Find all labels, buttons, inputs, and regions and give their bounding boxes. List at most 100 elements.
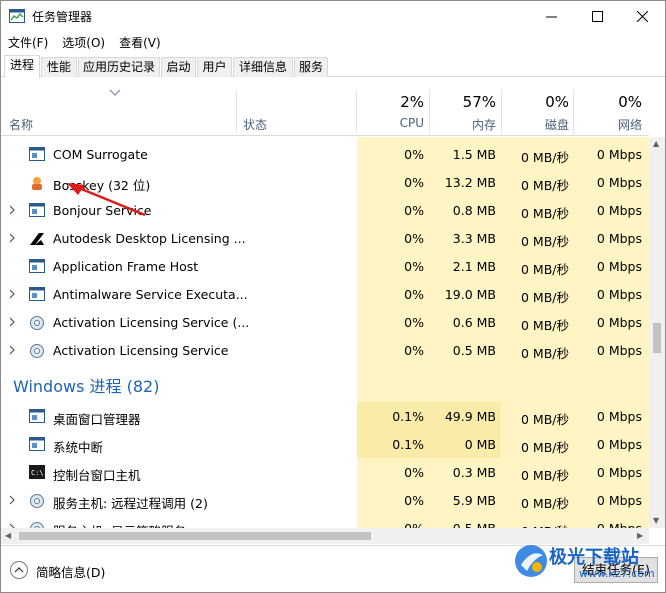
network-value: 0 Mbps	[574, 521, 642, 528]
expand-chevron-icon[interactable]	[9, 317, 15, 327]
cpu-value: 0.1%	[392, 409, 424, 424]
header-disk-percent[interactable]: 0%	[502, 93, 569, 111]
process-row[interactable]: C:\ 控制台窗口主机 0% 0.3 MB 0 MB/秒 0 Mbps	[1, 458, 649, 486]
watermark-text: 极光下载站	[549, 547, 639, 568]
group-title: Windows 进程 (82)	[13, 377, 160, 396]
menu-file[interactable]: 文件(F)	[1, 32, 55, 52]
network-value: 0 Mbps	[596, 175, 642, 190]
disk-value: 0 MB/秒	[521, 150, 569, 165]
memory-value: 0.3 MB	[452, 465, 496, 480]
process-row[interactable]: Activation Licensing Service (... 0% 0.6 M…	[1, 308, 649, 336]
memory-value: 1.5 MB	[452, 147, 496, 162]
menu-view[interactable]: 查看(V)	[112, 32, 168, 52]
column-divider[interactable]	[356, 90, 357, 134]
menu-bar: 文件(F) 选项(O) 查看(V)	[1, 32, 168, 52]
maximize-icon	[591, 10, 603, 22]
scroll-down-icon[interactable]: ▼	[653, 516, 659, 525]
brief-info-toggle[interactable]	[10, 561, 28, 579]
disk-value: 0 MB/秒	[521, 496, 569, 511]
header-network-label[interactable]: 网络	[574, 116, 642, 133]
watermark-url: www.xz7.com	[579, 567, 655, 580]
network-value: 0 Mbps	[596, 465, 642, 480]
watermark-logo: 极光下载站 www.xz7.com	[511, 539, 661, 589]
close-icon	[636, 10, 648, 22]
expand-chevron-icon[interactable]	[9, 233, 15, 243]
cpu-value: 0%	[404, 231, 424, 246]
process-row[interactable]: Application Frame Host 0% 2.1 MB 0 MB/秒 0 Mb…	[1, 252, 649, 280]
header-status[interactable]: 状态	[243, 116, 267, 133]
cpu-value: 0%	[404, 493, 424, 508]
close-button[interactable]	[619, 1, 665, 31]
network-value: 0 Mbps	[596, 287, 642, 302]
gear-icon	[29, 521, 45, 528]
tab-app-history[interactable]: 应用历史记录	[78, 57, 160, 77]
maximize-button[interactable]	[574, 1, 620, 31]
cpu-value: 0%	[404, 287, 424, 302]
tab-services[interactable]: 服务	[294, 57, 328, 77]
process-name: Antimalware Service Executa...	[53, 287, 248, 302]
process-row[interactable]: 服务主机: 显示策略服务 0% 0.5 MB 0 MB/秒 0 Mbps	[1, 514, 649, 528]
menu-options[interactable]: 选项(O)	[55, 32, 112, 52]
process-name: Activation Licensing Service (...	[53, 315, 250, 330]
memory-value: 0.6 MB	[452, 315, 496, 330]
column-divider[interactable]	[236, 90, 237, 134]
header-memory-percent[interactable]: 57%	[430, 93, 496, 111]
disk-value: 0 MB/秒	[521, 206, 569, 221]
header-network-percent[interactable]: 0%	[574, 93, 642, 111]
disk-value: 0 MB/秒	[521, 290, 569, 305]
window-icon	[29, 203, 45, 217]
vertical-scroll-thumb[interactable]	[653, 323, 661, 353]
cpu-value: 0%	[404, 315, 424, 330]
process-row[interactable]: 桌面窗口管理器 0.1% 49.9 MB 0 MB/秒 0 Mbps	[1, 402, 649, 430]
expand-chevron-icon[interactable]	[9, 289, 15, 299]
disk-value: 0 MB/秒	[521, 262, 569, 277]
scroll-left-icon[interactable]: ◀	[5, 531, 11, 540]
process-name: Autodesk Desktop Licensing ...	[53, 231, 246, 246]
process-row[interactable]: Antimalware Service Executa... 0% 19.0 MB 0…	[1, 280, 649, 308]
header-cpu-label[interactable]: CPU	[358, 116, 424, 130]
network-value: 0 Mbps	[596, 315, 642, 330]
memory-value: 0 MB	[464, 437, 496, 452]
title-bar: 任务管理器	[1, 1, 665, 31]
header-disk-label[interactable]: 磁盘	[502, 116, 569, 133]
window-title: 任务管理器	[32, 10, 93, 24]
process-row[interactable]: Activation Licensing Service 0% 0.5 MB 0 MB…	[1, 336, 649, 364]
windows-process-group: Windows 进程 (82)	[1, 364, 649, 402]
header-cpu-percent[interactable]: 2%	[358, 93, 424, 111]
memory-value: 5.9 MB	[452, 493, 496, 508]
chevron-up-icon	[14, 567, 24, 573]
scroll-up-icon[interactable]: ▲	[653, 139, 659, 148]
cpu-value: 0%	[404, 147, 424, 162]
tab-startup[interactable]: 启动	[161, 57, 196, 77]
minimize-button[interactable]	[528, 1, 574, 31]
disk-value: 0 MB/秒	[521, 318, 569, 333]
process-row[interactable]: 系统中断 0.1% 0 MB 0 MB/秒 0 Mbps	[1, 430, 649, 458]
process-row[interactable]: Autodesk Desktop Licensing ... 0% 3.3 MB 0 …	[1, 224, 649, 252]
expand-chevron-icon[interactable]	[9, 345, 15, 355]
network-value: 0 Mbps	[596, 259, 642, 274]
gear-icon	[29, 315, 45, 330]
vertical-scrollbar[interactable]: ▲ ▼	[649, 137, 665, 528]
window-icon	[29, 287, 45, 301]
window-icon	[29, 409, 45, 423]
expand-chevron-icon[interactable]	[9, 495, 15, 505]
tab-processes[interactable]: 进程	[4, 55, 40, 78]
process-row[interactable]: 服务主机: 远程过程调用 (2) 0% 5.9 MB 0 MB/秒 0 Mbps	[1, 486, 649, 514]
horizontal-scroll-thumb[interactable]	[19, 532, 371, 540]
sort-chevron-icon[interactable]	[109, 89, 121, 97]
tab-details[interactable]: 详细信息	[233, 57, 293, 77]
process-name: 服务主机: 显示策略服务	[53, 521, 186, 528]
network-value: 0 Mbps	[596, 343, 642, 358]
cpu-value: 0%	[404, 465, 424, 480]
process-name: 桌面窗口管理器	[53, 412, 141, 427]
tab-users[interactable]: 用户	[197, 57, 232, 77]
process-row[interactable]: COM Surrogate 0% 1.5 MB 0 MB/秒 0 Mbps	[1, 140, 649, 168]
brief-info-link[interactable]: 简略信息(D)	[36, 562, 105, 581]
tab-performance[interactable]: 性能	[41, 57, 77, 77]
header-name[interactable]: 名称	[9, 116, 33, 133]
memory-value: 0.5 MB	[452, 343, 496, 358]
header-memory-label[interactable]: 内存	[430, 116, 496, 133]
expand-chevron-icon[interactable]	[9, 205, 15, 215]
network-value: 0 Mbps	[596, 437, 642, 452]
disk-value: 0 MB/秒	[521, 178, 569, 193]
